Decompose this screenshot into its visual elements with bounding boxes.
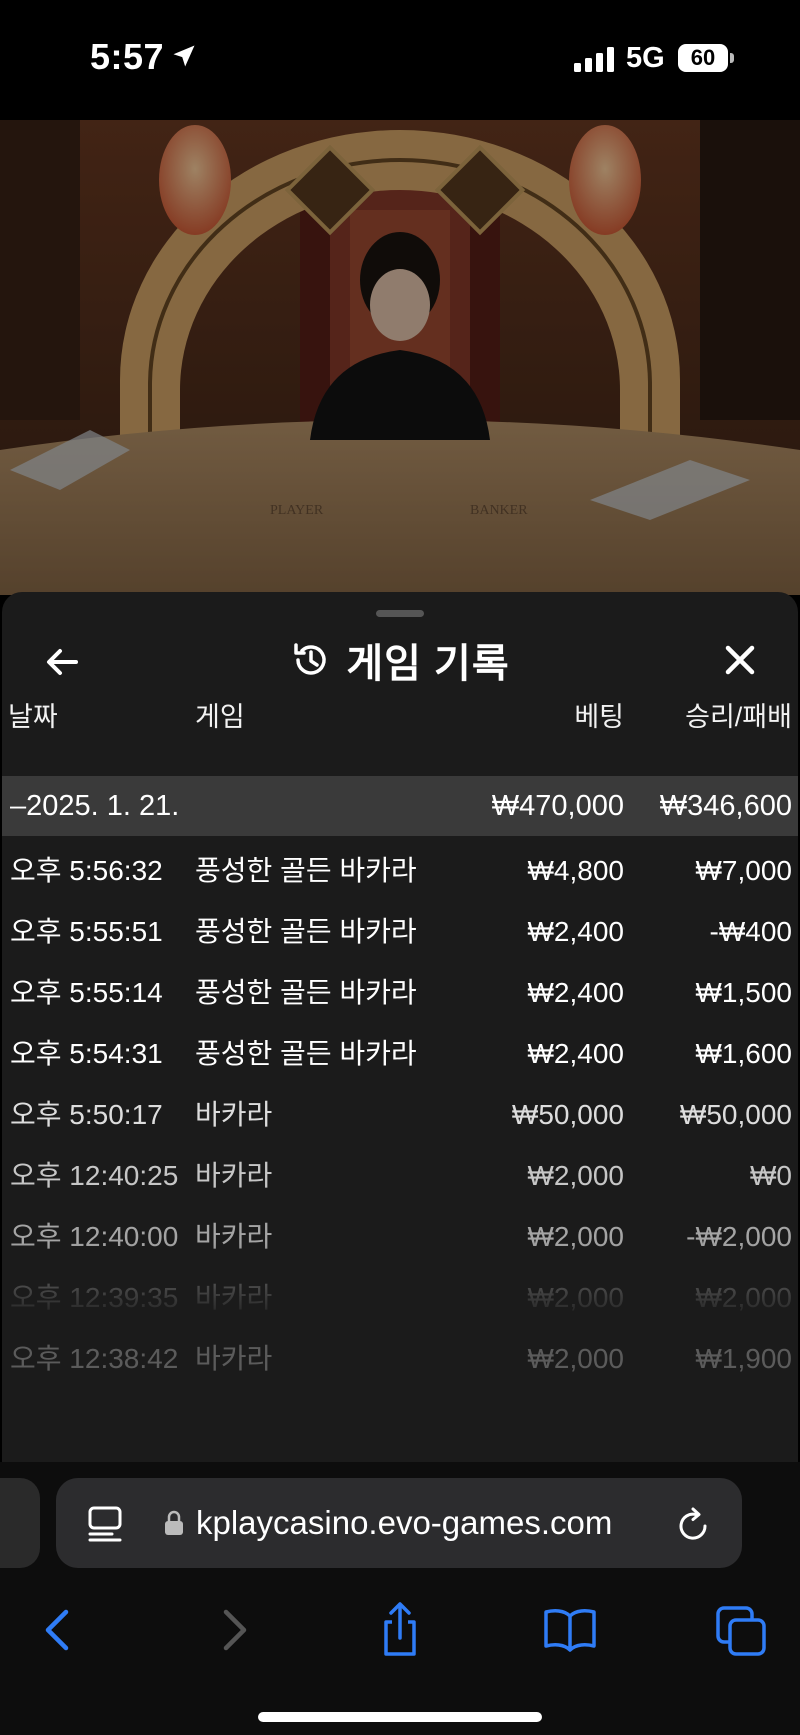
row-win-loss: -₩400 xyxy=(709,916,792,947)
cellular-signal-icon xyxy=(574,46,614,72)
row-game: 바카라 xyxy=(195,1099,273,1130)
network-type: 5G xyxy=(626,42,665,74)
table-row[interactable]: 오후 5:54:31 풍성한 골든 바카라 ₩2,400 ₩1,600 xyxy=(2,1023,798,1084)
browser-toolbar: kplaycasino.evo-games.com xyxy=(0,1462,800,1735)
share-icon[interactable] xyxy=(370,1600,430,1660)
row-game: 풍성한 골든 바카라 xyxy=(195,916,417,947)
row-bet: ₩2,400 xyxy=(527,977,625,1008)
bookmarks-icon[interactable] xyxy=(540,1600,600,1660)
game-history-panel: 게임 기록 날짜 게임 베팅 승리/패배 –2025. 1. 21. ₩470,… xyxy=(2,592,798,1462)
table-row[interactable]: 오후 12:38:42 바카라 ₩2,000 ₩1,900 xyxy=(2,1328,798,1389)
row-game: 풍성한 골든 바카라 xyxy=(195,855,417,886)
date-group-row[interactable]: –2025. 1. 21. ₩470,000 ₩346,600 xyxy=(2,776,798,836)
row-bet: ₩4,800 xyxy=(527,855,625,886)
list-fade xyxy=(2,1242,798,1322)
reader-icon[interactable] xyxy=(88,1506,122,1542)
row-bet: ₩2,000 xyxy=(527,1160,625,1191)
row-win-loss: ₩1,600 xyxy=(695,1038,793,1069)
row-win-loss: ₩1,900 xyxy=(695,1343,793,1374)
column-header-date: 날짜 xyxy=(8,702,58,732)
row-bet: ₩2,400 xyxy=(527,916,625,947)
close-icon[interactable] xyxy=(718,638,762,682)
column-header-game: 게임 xyxy=(195,702,245,732)
row-bet: ₩50,000 xyxy=(511,1099,624,1130)
panel-header: 게임 기록 xyxy=(2,630,798,690)
row-win-loss: ₩50,000 xyxy=(679,1099,792,1130)
column-header-win-loss: 승리/패배 xyxy=(685,702,792,732)
location-arrow-icon xyxy=(173,45,195,67)
row-bet: ₩2,400 xyxy=(527,1038,625,1069)
table-row[interactable]: 오후 5:50:17 바카라 ₩50,000 ₩50,000 xyxy=(2,1084,798,1145)
date-group-date: –2025. 1. 21. xyxy=(10,790,180,822)
column-header-bet: 베팅 xyxy=(574,702,624,732)
drag-handle[interactable] xyxy=(376,610,424,617)
status-time: 5:57 xyxy=(90,36,165,77)
status-bar: 5:57 5G 60 xyxy=(0,0,800,120)
row-time: 오후 12:38:42 xyxy=(10,1343,179,1374)
previous-tab-preview[interactable] xyxy=(0,1478,40,1568)
row-game: 풍성한 골든 바카라 xyxy=(195,977,417,1008)
row-game: 바카라 xyxy=(195,1343,273,1374)
url-text[interactable]: kplaycasino.evo-games.com xyxy=(196,1478,612,1568)
reload-icon[interactable] xyxy=(676,1506,710,1542)
forward-icon[interactable] xyxy=(202,1600,262,1660)
address-bar[interactable]: kplaycasino.evo-games.com xyxy=(56,1478,742,1568)
table-row[interactable]: 오후 5:55:14 풍성한 골든 바카라 ₩2,400 ₩1,500 xyxy=(2,962,798,1023)
home-indicator[interactable] xyxy=(258,1712,542,1722)
table-row[interactable]: 오후 5:56:32 풍성한 골든 바카라 ₩4,800 ₩7,000 xyxy=(2,840,798,901)
table-row[interactable]: 오후 5:55:51 풍성한 골든 바카라 ₩2,400 -₩400 xyxy=(2,901,798,962)
scene-dim-overlay xyxy=(0,120,800,595)
date-group-win-loss: ₩346,600 xyxy=(659,790,792,822)
row-bet: ₩2,000 xyxy=(527,1343,625,1374)
row-time: 오후 5:55:51 xyxy=(10,916,163,947)
date-group-bet: ₩470,000 xyxy=(491,790,624,822)
battery-icon: 60 xyxy=(678,44,728,72)
tabs-icon[interactable] xyxy=(712,1600,772,1660)
history-icon xyxy=(294,643,327,675)
row-time: 오후 5:54:31 xyxy=(10,1038,163,1069)
row-win-loss: ₩7,000 xyxy=(695,855,793,886)
row-game: 풍성한 골든 바카라 xyxy=(195,1038,417,1069)
table-row[interactable]: 오후 12:40:25 바카라 ₩2,000 ₩0 xyxy=(2,1145,798,1206)
row-time: 오후 5:50:17 xyxy=(10,1099,163,1130)
row-time: 오후 12:40:25 xyxy=(10,1160,179,1191)
row-time: 오후 5:55:14 xyxy=(10,977,163,1008)
live-dealer-video: PLAYER BANKER xyxy=(0,120,800,595)
row-win-loss: ₩1,500 xyxy=(695,977,793,1008)
row-time: 오후 5:56:32 xyxy=(10,855,163,886)
battery-tip xyxy=(730,53,734,63)
row-win-loss: ₩0 xyxy=(750,1160,792,1191)
panel-title: 게임 기록 xyxy=(346,642,510,686)
back-icon[interactable] xyxy=(30,1600,90,1660)
row-game: 바카라 xyxy=(195,1160,273,1191)
lock-icon xyxy=(165,1510,183,1535)
